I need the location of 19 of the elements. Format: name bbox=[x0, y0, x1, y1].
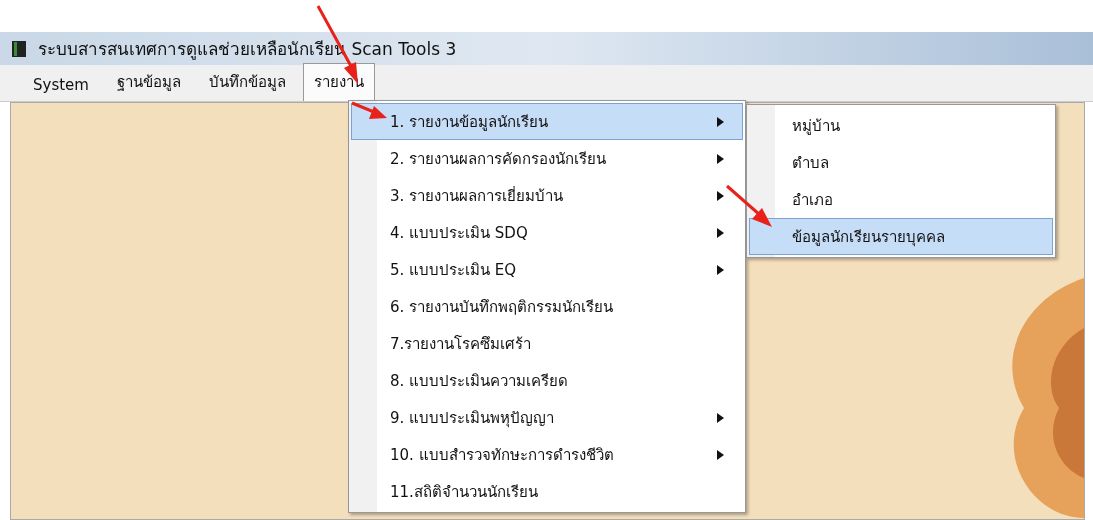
menu-item[interactable]: System bbox=[22, 69, 100, 101]
menu-entry[interactable]: 7.รายงานโรคซึมเศร้า bbox=[351, 325, 743, 362]
menu-entry[interactable]: 11.สถิติจำนวนนักเรียน bbox=[351, 473, 743, 510]
menu-entry[interactable]: 3. รายงานผลการเยี่ยมบ้าน bbox=[351, 177, 743, 214]
menu-entry[interactable]: 1. รายงานข้อมูลนักเรียน bbox=[351, 103, 743, 140]
menu-item[interactable]: บันทึกข้อมูล bbox=[197, 63, 297, 101]
menu-entry[interactable]: หมู่บ้าน bbox=[749, 107, 1053, 144]
menu-entry[interactable]: 8. แบบประเมินความเครียด bbox=[351, 362, 743, 399]
annotation-arrow bbox=[724, 183, 774, 229]
menu-entry[interactable]: 9. แบบประเมินพหุปัญญา bbox=[351, 399, 743, 436]
menu-entry[interactable]: ข้อมูลนักเรียนรายบุคคล bbox=[749, 218, 1053, 255]
menu-item[interactable]: ฐานข้อมูล bbox=[105, 63, 192, 101]
menu-entry[interactable]: 6. รายงานบันทึกพฤติกรรมนักเรียน bbox=[351, 288, 743, 325]
menu-entry[interactable]: อำเภอ bbox=[749, 181, 1053, 218]
menu-entry[interactable]: 5. แบบประเมิน EQ bbox=[351, 251, 743, 288]
menu-entry[interactable]: ตำบล bbox=[749, 144, 1053, 181]
menu-entry[interactable]: 4. แบบประเมิน SDQ bbox=[351, 214, 743, 251]
menu-entry[interactable]: 10. แบบสำรวจทักษะการดำรงชีวิต bbox=[351, 436, 743, 473]
menu-entry[interactable]: 2. รายงานผลการคัดกรองนักเรียน bbox=[351, 140, 743, 177]
